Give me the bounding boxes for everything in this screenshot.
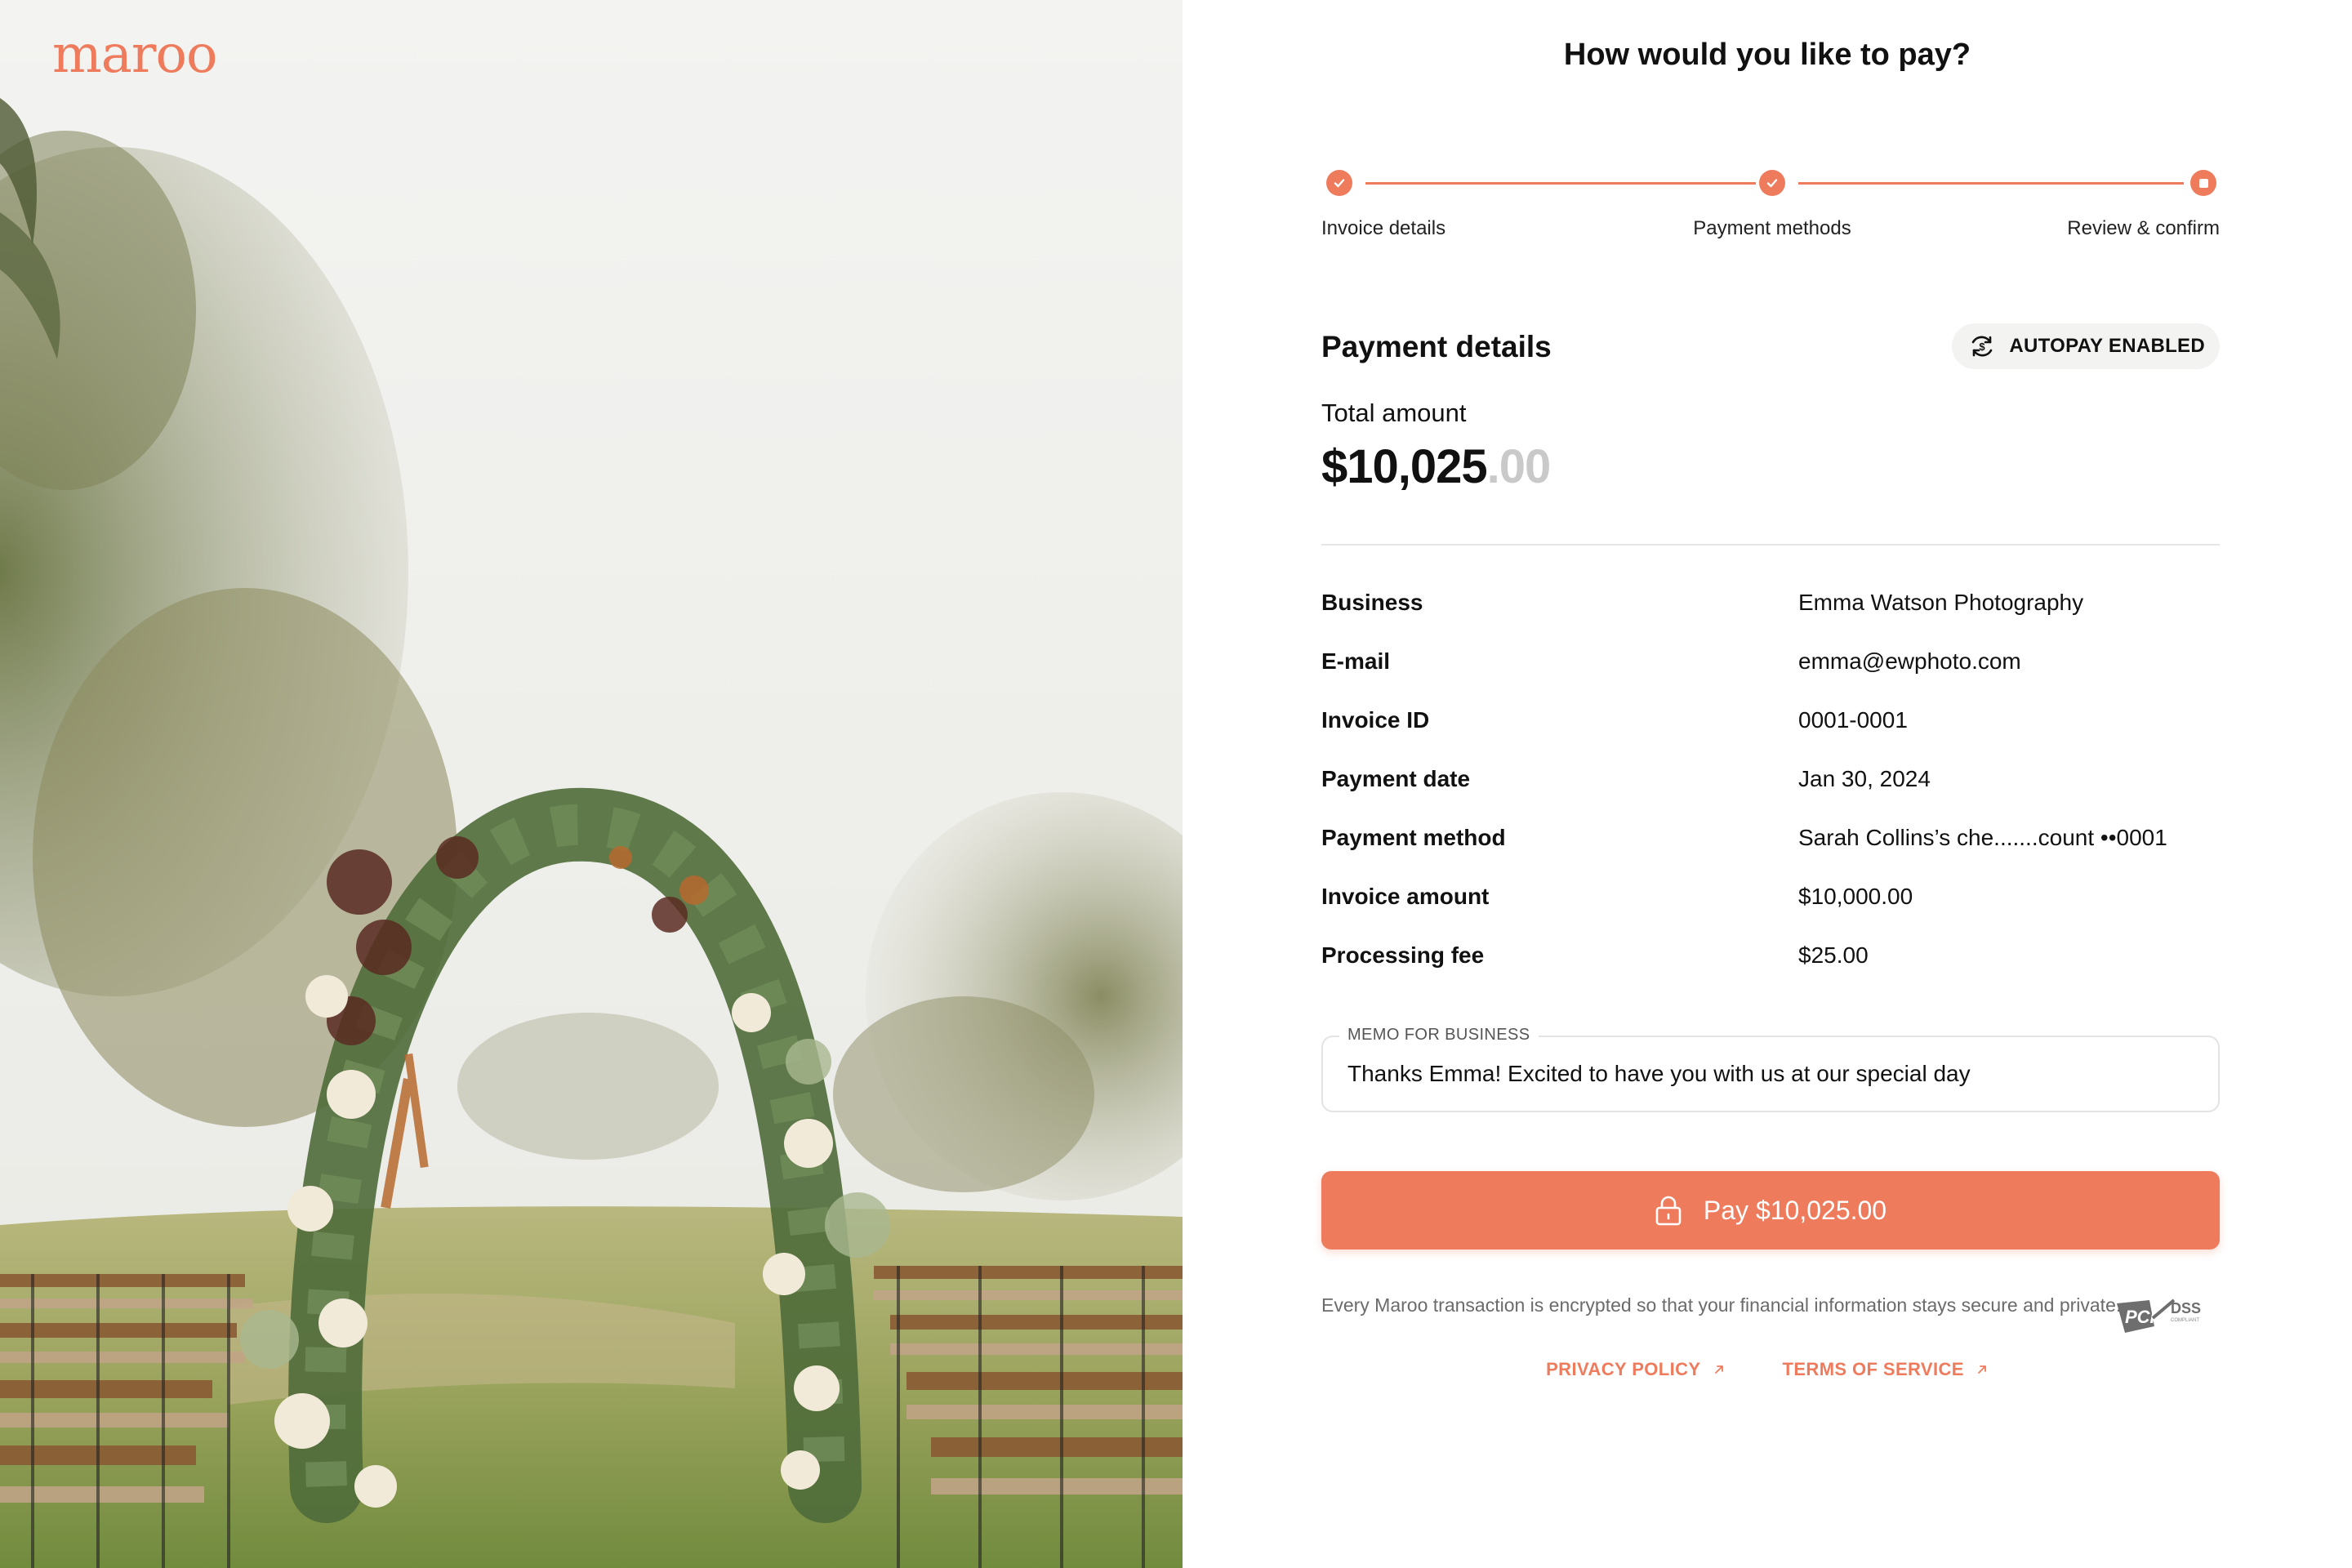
detail-key: E-mail [1321,648,1391,674]
detail-value: Emma Watson Photography [1798,590,2084,615]
pci-dss-badge: PCI DSS COMPLIANT [2117,1298,2201,1333]
autopay-label: AUTOPAY ENABLED [2009,335,2205,357]
detail-row-payment-date: Payment date Jan 30, 2024 [1321,758,2220,817]
step-3-current-icon [2190,170,2216,196]
detail-key: Payment date [1321,766,1471,791]
section-divider [1321,544,2220,546]
detail-row-processing-fee: Processing fee $25.00 [1321,934,2220,993]
privacy-policy-link[interactable]: PRIVACY POLICY [1546,1359,1725,1380]
legal-links: PRIVACY POLICY TERMS OF SERVICE [1183,1359,2352,1380]
check-icon [1766,179,1778,188]
detail-key: Invoice ID [1321,707,1430,733]
step-label-review-confirm[interactable]: Review & confirm [2067,217,2220,240]
detail-value: emma@ewphoto.com [1798,648,2021,674]
step-label-payment-methods[interactable]: Payment methods [1693,217,1851,240]
current-step-marker [2198,178,2208,188]
total-amount-value: $10,025.00 [1321,439,1552,494]
detail-value: $25.00 [1798,942,1869,968]
total-amount-whole: $10,025 [1321,440,1488,493]
step-2-complete-icon [1759,170,1785,196]
autopay-badge: $ AUTOPAY ENABLED [1952,323,2220,369]
detail-value: Jan 30, 2024 [1798,766,1931,791]
svg-text:DSS: DSS [2171,1300,2201,1316]
detail-key: Payment method [1321,825,1506,850]
detail-value: 0001-0001 [1798,707,1908,733]
page-title: How would you like to pay? [1563,38,1971,72]
detail-row-email: E-mail emma@ewphoto.com [1321,640,2220,699]
detail-key: Business [1321,590,1423,615]
total-amount-cents: .00 [1486,440,1552,493]
security-note: Every Maroo transaction is encrypted so … [1321,1294,2122,1316]
checkout-stepper: Invoice details Payment methods Review &… [1321,167,2220,256]
payment-details-list: Business Emma Watson Photography E-mail … [1321,581,2220,993]
autopay-cycle-icon: $ [1972,336,1993,357]
detail-row-payment-method: Payment method Sarah Collins’s che......… [1321,817,2220,875]
detail-value: $10,000.00 [1798,884,1913,909]
wedding-arch-photo [0,0,1183,1568]
maroo-logo[interactable]: maroo [52,24,217,85]
svg-text:PCI: PCI [2125,1307,2156,1327]
payment-panel: How would you like to pay? Invoice detai… [1183,0,2352,1568]
memo-input[interactable] [1348,1037,2197,1111]
step-label-invoice-details[interactable]: Invoice details [1321,217,1446,240]
lock-icon [1655,1196,1682,1226]
detail-key: Invoice amount [1321,884,1490,909]
step-1-complete-icon [1326,170,1352,196]
terms-of-service-link[interactable]: TERMS OF SERVICE [1783,1359,1989,1380]
detail-row-business: Business Emma Watson Photography [1321,581,2220,640]
detail-row-invoice-amount: Invoice amount $10,000.00 [1321,875,2220,934]
detail-row-invoice-id: Invoice ID 0001-0001 [1321,699,2220,758]
detail-value: Sarah Collins’s che.......count ••0001 [1798,825,2167,850]
terms-of-service-label: TERMS OF SERVICE [1782,1359,1964,1379]
memo-field: MEMO FOR BUSINESS [1321,1026,2220,1112]
svg-text:COMPLIANT: COMPLIANT [2171,1318,2199,1323]
pay-button[interactable]: Pay $10,025.00 [1321,1171,2220,1250]
svg-text:$: $ [1980,341,1986,353]
external-link-icon [1977,1365,1986,1374]
total-amount-label: Total amount [1321,399,1467,427]
check-icon [1334,179,1345,188]
external-link-icon [1714,1365,1723,1374]
step-connector-1 [1365,182,1756,185]
pay-button-label: Pay $10,025.00 [1703,1195,1887,1225]
step-connector-2 [1798,182,2184,185]
payment-details-title: Payment details [1321,330,1552,363]
hero-photo-panel: maroo [0,0,1183,1568]
privacy-policy-label: PRIVACY POLICY [1546,1359,1701,1379]
payment-details-header: Payment details $ AUTOPAY ENABLED [1321,323,2220,372]
detail-key: Processing fee [1321,942,1485,968]
